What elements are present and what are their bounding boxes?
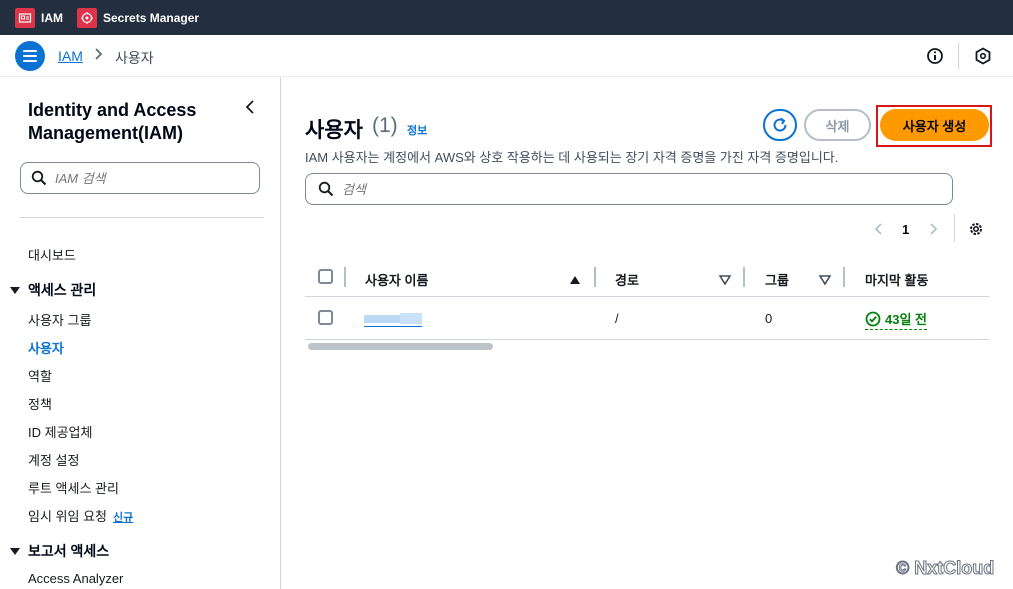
link-underline — [364, 326, 422, 327]
column-header-last-activity[interactable]: 마지막 활동 — [865, 270, 928, 289]
nav-section-label: 액세스 관리 — [28, 282, 97, 298]
search-icon — [318, 181, 334, 197]
watermark: © NxtCloud — [895, 558, 995, 579]
nav-roles[interactable]: 역할 — [28, 366, 52, 385]
nav-section-access-reports[interactable]: 보고서 액세스 — [10, 541, 109, 561]
user-count: (1) — [372, 114, 398, 137]
chevron-right-icon[interactable] — [928, 221, 940, 242]
horizontal-scrollbar[interactable] — [308, 343, 493, 350]
new-badge: 신규 — [112, 512, 134, 524]
sidebar: Identity and Access Management(IAM) 대시보드… — [0, 77, 281, 589]
column-divider — [594, 267, 596, 287]
nav-account-settings[interactable]: 계정 설정 — [28, 450, 79, 469]
column-header-groups[interactable]: 그룹 — [765, 270, 789, 289]
sidebar-search[interactable] — [20, 162, 260, 194]
page-number[interactable]: 1 — [902, 222, 909, 237]
breadcrumb-bar: IAM 사용자 — [0, 35, 1013, 77]
caret-down-icon — [10, 286, 20, 294]
redacted-username — [400, 313, 422, 324]
column-header-path[interactable]: 경로 — [615, 270, 639, 289]
redacted-username — [364, 315, 400, 323]
breadcrumb-current: 사용자 — [115, 50, 154, 66]
page-description: IAM 사용자는 계정에서 AWS와 상호 작용하는 데 사용되는 장기 자격 … — [305, 150, 839, 165]
service-shortcut-secrets-manager[interactable]: Secrets Manager — [77, 0, 199, 35]
cell-groups: 0 — [765, 311, 773, 326]
hamburger-icon — [23, 50, 37, 62]
select-all-checkbox[interactable] — [318, 269, 333, 284]
nav-access-analyzer[interactable]: Access Analyzer — [28, 571, 123, 586]
caret-down-icon — [10, 547, 20, 555]
username-link-redacted[interactable] — [364, 312, 424, 327]
page-title: 사용자 — [305, 119, 363, 142]
service-label-secrets-manager: Secrets Manager — [103, 10, 200, 25]
nav-root-access-management[interactable]: 루트 액세스 관리 — [28, 478, 119, 497]
check-circle-icon — [865, 311, 881, 326]
iam-service-icon — [15, 7, 35, 28]
sidebar-divider — [20, 217, 264, 218]
nav-users[interactable]: 사용자 — [28, 338, 64, 357]
table-header-divider — [305, 296, 989, 297]
cell-last-activity[interactable]: 43일 전 — [865, 309, 927, 330]
hexagon-settings-icon[interactable] — [974, 47, 992, 70]
table-row-divider — [305, 339, 989, 340]
menu-button[interactable] — [15, 41, 45, 71]
chevron-left-icon[interactable] — [872, 221, 884, 242]
nav-temporary-delegation-label: 임시 위임 요청 — [28, 509, 107, 524]
delete-button[interactable]: 삭제 — [804, 109, 871, 141]
sort-descending-icon[interactable] — [718, 272, 732, 290]
toolbar-divider — [958, 43, 959, 69]
nav-temporary-delegation[interactable]: 임시 위임 요청 신규 — [28, 506, 133, 525]
secrets-manager-service-icon — [77, 7, 97, 28]
info-icon[interactable] — [926, 47, 944, 70]
user-search[interactable] — [305, 173, 953, 205]
sort-ascending-icon[interactable] — [569, 272, 581, 290]
sort-descending-icon[interactable] — [818, 272, 832, 290]
column-divider — [843, 267, 845, 287]
breadcrumb-iam-link[interactable]: IAM — [58, 48, 83, 64]
info-link[interactable]: 정보 — [407, 122, 427, 138]
service-shortcut-iam[interactable]: IAM — [15, 0, 63, 35]
column-divider — [743, 267, 745, 287]
chevron-right-icon — [93, 46, 105, 67]
gear-icon[interactable] — [967, 220, 985, 243]
refresh-icon — [773, 117, 787, 132]
service-bar: IAM Secrets Manager — [0, 0, 1013, 35]
nav-dashboard[interactable]: 대시보드 — [28, 245, 76, 264]
column-header-username[interactable]: 사용자 이름 — [365, 270, 428, 289]
nav-section-label: 보고서 액세스 — [28, 543, 110, 559]
sidebar-search-input[interactable] — [55, 170, 235, 186]
nav-identity-providers[interactable]: ID 제공업체 — [28, 422, 92, 441]
nav-user-groups[interactable]: 사용자 그룹 — [28, 310, 91, 329]
cell-path: / — [615, 311, 619, 326]
pagination-divider — [954, 214, 955, 242]
nav-section-access-management[interactable]: 액세스 관리 — [10, 280, 96, 300]
last-activity-text: 43일 전 — [885, 312, 927, 327]
search-icon — [31, 170, 47, 186]
chevron-left-icon[interactable] — [243, 99, 257, 120]
nav-policies[interactable]: 정책 — [28, 394, 52, 413]
refresh-button[interactable] — [763, 109, 797, 141]
service-label-iam: IAM — [41, 10, 63, 25]
row-checkbox[interactable] — [318, 310, 333, 325]
sidebar-title: Identity and Access Management(IAM) — [28, 100, 197, 143]
create-user-button[interactable]: 사용자 생성 — [880, 109, 989, 141]
column-divider — [344, 267, 346, 287]
user-search-input[interactable] — [342, 181, 922, 197]
